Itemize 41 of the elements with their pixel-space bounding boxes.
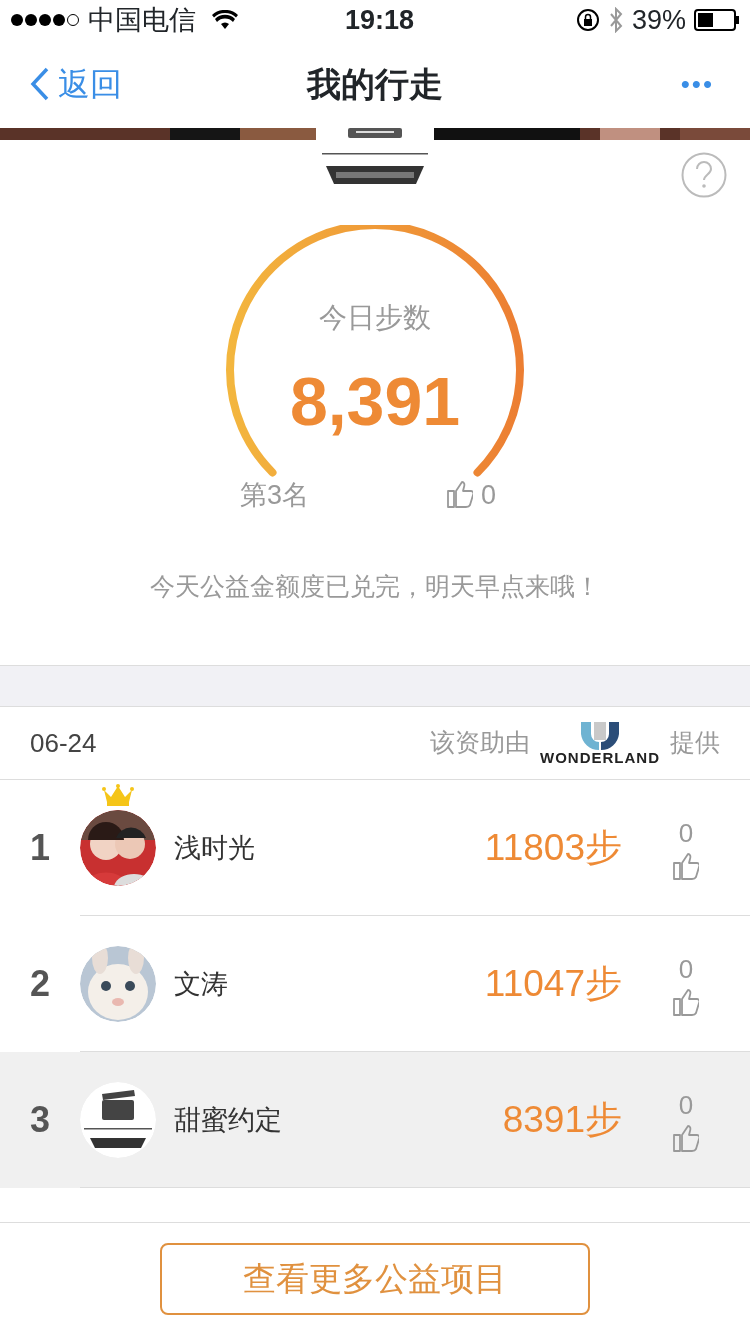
- gauge-label: 今日步数: [318, 301, 432, 335]
- thumbs-up-icon: [673, 989, 699, 1018]
- back-button[interactable]: 返回: [30, 60, 122, 108]
- like-button[interactable]: 0: [447, 475, 497, 516]
- user-name: 甜蜜约定: [174, 1103, 282, 1137]
- rank-number: 1: [29, 826, 51, 870]
- battery-icon: [694, 9, 740, 31]
- rotation-lock-icon: [575, 8, 600, 32]
- like-button[interactable]: 0: [622, 1085, 750, 1155]
- back-icon: [30, 67, 50, 101]
- step-total: 11803步: [484, 826, 622, 871]
- rank-label: 第3名: [240, 479, 310, 512]
- sponsor-text: 提供: [670, 727, 720, 759]
- date-label: 06-24: [30, 726, 97, 760]
- more-button[interactable]: •••: [674, 63, 720, 105]
- help-icon[interactable]: [681, 152, 727, 198]
- user-name: 浅时光: [174, 831, 255, 865]
- notice-text: 今天公益金额度已兑完，明天早点来哦！: [149, 570, 601, 602]
- sponsor-logo: WONDERLAND: [538, 721, 662, 765]
- step-total: 11047步: [484, 962, 622, 1007]
- status-time: 19:18: [345, 3, 415, 37]
- thumbs-up-icon: [673, 1125, 699, 1154]
- ranking-row[interactable]: 3 甜蜜约定 8391步 0: [0, 1052, 750, 1188]
- thumbs-up-icon: [673, 853, 699, 882]
- step-count: 8,391: [288, 362, 462, 441]
- rank-number: 3: [29, 1098, 51, 1142]
- battery-percent: 39%: [631, 3, 686, 37]
- signal-icon: [10, 13, 80, 27]
- ranking-row[interactable]: 1 浅时光 11803步 0: [0, 780, 750, 916]
- carrier-name: 中国电信: [88, 3, 196, 37]
- like-button[interactable]: 0: [622, 813, 750, 883]
- rank-number: 2: [29, 962, 51, 1006]
- wifi-icon: [212, 10, 238, 30]
- thumbs-up-icon: [447, 480, 474, 510]
- step-total: 8391步: [502, 1098, 622, 1143]
- more-projects-button[interactable]: 查看更多公益项目: [160, 1242, 590, 1315]
- like-button[interactable]: 0: [622, 949, 750, 1019]
- page-title: 我的行走: [307, 63, 443, 105]
- bluetooth-icon: [607, 7, 624, 33]
- user-name: 文涛: [174, 967, 228, 1001]
- sponsor-text: 该资助由: [430, 727, 530, 759]
